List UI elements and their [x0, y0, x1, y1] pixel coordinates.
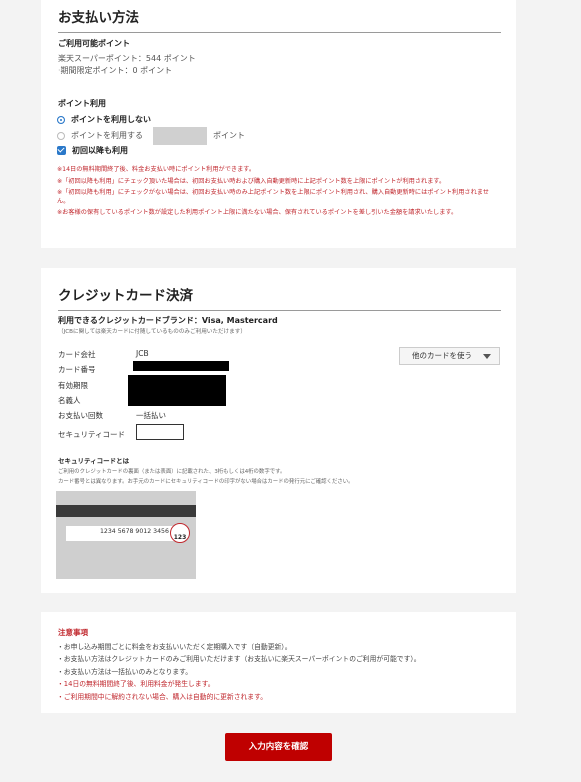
point-note: ※14日の無料期間終了後、料金お支払い時にポイント利用ができます。 [57, 166, 256, 173]
security-code-desc-2: カード番号とは異なります。お手元のカードにセキュリティコードの印字がない場合はカ… [58, 479, 354, 485]
limited-points-label: 期間限定ポイント：0 ポイント [60, 66, 173, 75]
credit-card-section: クレジットカード決済 利用できるクレジットカードブランド：Visa, Maste… [41, 268, 516, 593]
card-number-label: カード番号 [58, 365, 96, 374]
super-points-text: 楽天スーパーポイント：544 ポイント [58, 54, 196, 63]
chevron-down-icon [483, 354, 491, 359]
credit-card-title: クレジットカード決済 [58, 284, 501, 311]
notice-item: ・14日の無料期間終了後、利用料金が発生します。 [57, 680, 215, 689]
notice-item: ・お支払い方法はクレジットカードのみご利用いただけます（お支払いに楽天スーパーポ… [57, 655, 421, 664]
card-holder-label: 名義人 [58, 396, 81, 405]
continue-use-label: 初回以降も利用 [72, 146, 128, 155]
card-expiry-redacted [128, 375, 226, 406]
security-code-heading: セキュリティコードとは [58, 457, 130, 465]
magnetic-stripe [56, 505, 196, 517]
security-code-label: セキュリティコード [58, 430, 126, 439]
radio-selected-icon[interactable] [57, 115, 65, 124]
card-brands-text: 利用できるクレジットカードブランド：Visa, Mastercard [58, 316, 278, 325]
card-sample-code-text: 123 [173, 534, 187, 541]
radio-unselected-icon[interactable] [57, 131, 65, 140]
continue-use-checkbox[interactable]: 初回以降も利用 [57, 145, 128, 156]
confirm-button-label: 入力内容を確認 [248, 742, 309, 752]
card-company-label: カード会社 [58, 350, 96, 359]
notice-title: 注意事項 [58, 628, 88, 637]
point-notes: ※14日の無料期間終了後、料金お支払い時にポイント利用ができます。 ※「初回以降… [57, 166, 499, 218]
available-points-heading: ご利用可能ポイント [58, 39, 130, 48]
payment-method-title: お支払い方法 [58, 6, 501, 33]
limited-points-text: ·期間限定ポイント：0 ポイント [58, 66, 173, 75]
points-unit-label: ポイント [213, 131, 245, 140]
point-note: ※「初回以降も利用」にチェックがない場合は、初回お支払い時のみ上記ポイント数を上… [57, 189, 489, 205]
radio-no-points-label: ポイントを利用しない [71, 115, 151, 124]
point-usage-heading: ポイント利用 [58, 99, 106, 108]
payment-method-section: お支払い方法 ご利用可能ポイント 楽天スーパーポイント：544 ポイント ·期間… [41, 0, 516, 248]
card-number-redacted [133, 361, 229, 371]
security-code-desc-1: ご利用のクレジットカードの裏面（または表面）に記載された、3桁もしくは4桁の数字… [58, 469, 286, 475]
checkbox-checked-icon[interactable] [57, 146, 66, 155]
card-company-value: JCB [136, 349, 149, 358]
radio-use-points-label: ポイントを利用する [71, 131, 143, 140]
notice-item: ・ご利用期間中に解約されない場合、購入は自動的に更新されます。 [57, 692, 268, 701]
card-sample-code: 123 [170, 523, 190, 543]
points-input[interactable] [153, 127, 207, 145]
card-brands-note: （JCBに関しては楽天カードに付随しているもののみご利用いただけます） [58, 329, 246, 335]
radio-use-points[interactable]: ポイントを利用する [57, 130, 143, 141]
notice-list: ・お申し込み期間ごとに料金をお支払いいただく定期購入です（自動更新）。 ・お支払… [57, 641, 421, 703]
installments-value: 一括払い [136, 411, 166, 420]
notice-item: ・お申し込み期間ごとに料金をお支払いいただく定期購入です（自動更新）。 [57, 643, 292, 651]
point-note: ※お客様の保有しているポイント数が設定した利用ポイント上限に満たない場合、保有さ… [57, 209, 458, 216]
card-expiry-label: 有効期限 [58, 381, 88, 390]
confirm-button[interactable]: 入力内容を確認 [225, 733, 332, 761]
other-card-button[interactable]: 他のカードを使う [399, 347, 500, 365]
notice-section: 注意事項 ・お申し込み期間ごとに料金をお支払いいただく定期購入です（自動更新）。… [41, 612, 516, 713]
point-note: ※「初回以降も利用」にチェック頂いた場合は、初回お支払い時および購入自動更新時に… [57, 177, 446, 185]
other-card-button-label: 他のカードを使う [412, 351, 472, 360]
notice-item: ・お支払い方法は一括払いのみとなります。 [57, 667, 193, 676]
card-back-illustration: 1234 5678 9012 3456 123 [56, 491, 196, 579]
installments-label: お支払い回数 [58, 411, 103, 420]
card-sample-number: 1234 5678 9012 3456 [100, 528, 169, 535]
security-code-input[interactable] [136, 424, 184, 440]
radio-no-points[interactable]: ポイントを利用しない [57, 114, 151, 125]
